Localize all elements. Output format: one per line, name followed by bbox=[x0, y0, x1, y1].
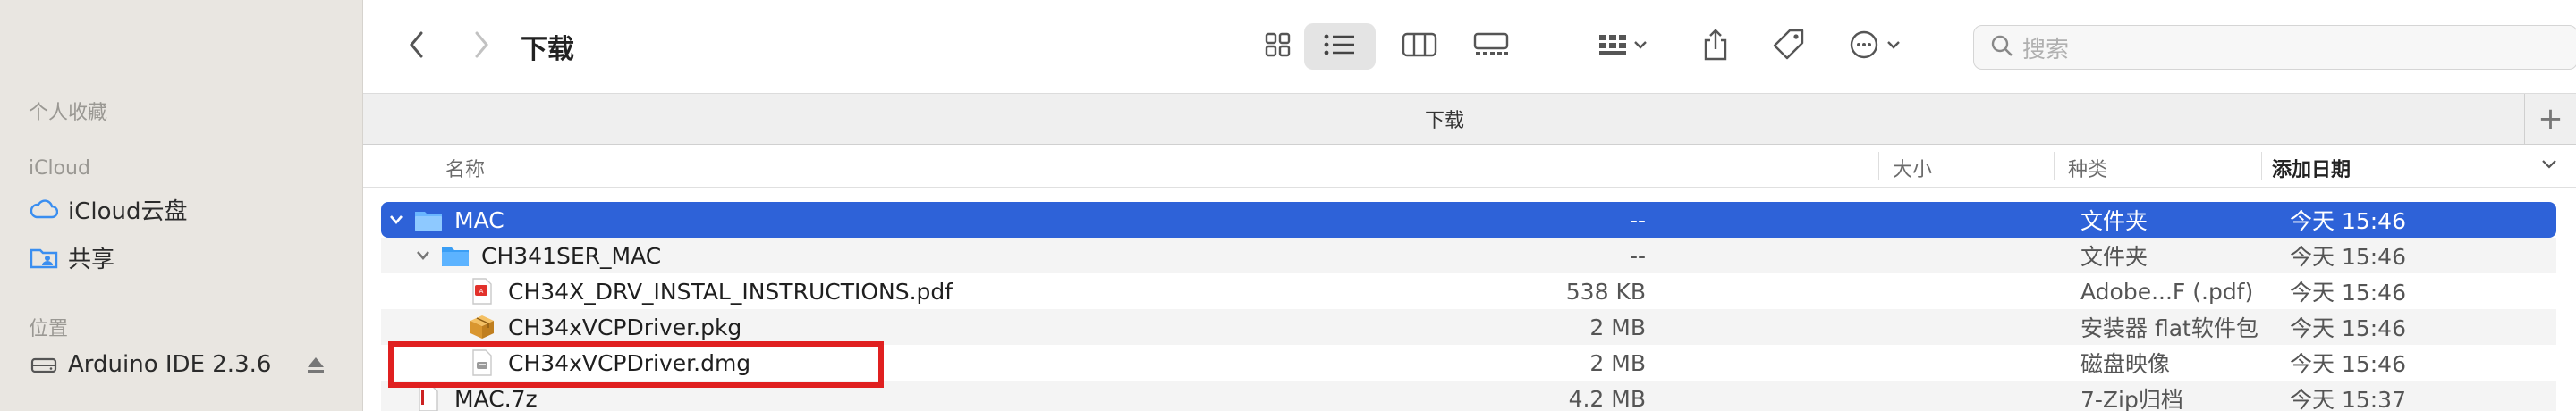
file-name: MAC bbox=[454, 206, 504, 233]
file-size: -- bbox=[1629, 206, 1646, 233]
back-button[interactable] bbox=[399, 27, 435, 63]
share-icon bbox=[1702, 28, 1729, 65]
grid-icon bbox=[1264, 31, 1292, 62]
file-size: 2 MB bbox=[1589, 349, 1646, 376]
forward-button[interactable] bbox=[463, 27, 499, 63]
search-placeholder: 搜索 bbox=[2022, 36, 2070, 63]
shared-folder-icon bbox=[29, 244, 59, 271]
new-tab-button[interactable]: + bbox=[2524, 94, 2576, 144]
toolbar: 下载 搜索 bbox=[363, 0, 2576, 93]
file-date: 今天 15:37 bbox=[2290, 387, 2406, 411]
file-kind: Adobe...F (.pdf) bbox=[2080, 278, 2254, 305]
list-icon bbox=[1323, 32, 1357, 61]
file-kind: 文件夹 bbox=[2080, 208, 2148, 234]
file-date: 今天 15:46 bbox=[2290, 351, 2406, 377]
column-divider[interactable] bbox=[2054, 152, 2055, 180]
tag-icon bbox=[1772, 28, 1806, 65]
sidebar-item-label: 共享 bbox=[68, 246, 115, 273]
sidebar: 个人收藏 iCloud iCloud云盘 共享 位置 Arduino IDE 2… bbox=[0, 0, 363, 411]
file-date: 今天 15:46 bbox=[2290, 315, 2406, 341]
folder-icon bbox=[440, 243, 470, 268]
search-icon bbox=[1990, 34, 2013, 61]
disclosure-open-icon[interactable] bbox=[413, 246, 433, 265]
tab-bar: 下载 + bbox=[363, 93, 2576, 145]
main-pane: 下载 搜索 下载 + 名称 大小 种类 添加日期 MAC -- 文件夹 今天 1… bbox=[363, 0, 2576, 411]
column-view-button[interactable] bbox=[1390, 23, 1449, 70]
column-size[interactable]: 大小 bbox=[1893, 154, 1932, 182]
file-size: 538 KB bbox=[1565, 278, 1646, 305]
sort-chevron-icon[interactable] bbox=[2540, 157, 2558, 175]
column-kind[interactable]: 种类 bbox=[2068, 154, 2107, 182]
tag-button[interactable] bbox=[1764, 23, 1814, 70]
file-kind: 7-Zip归档 bbox=[2080, 387, 2183, 411]
group-icon bbox=[1597, 31, 1651, 62]
file-size: 2 MB bbox=[1589, 314, 1646, 340]
pdf-file-icon: A bbox=[467, 278, 497, 305]
table-row[interactable]: CH34xVCPDriver.pkg 2 MB 安装器 flat软件包 今天 1… bbox=[381, 309, 2556, 345]
file-name: MAC.7z bbox=[454, 385, 538, 411]
icon-view-button[interactable] bbox=[1249, 23, 1308, 70]
annotation-highlight-box bbox=[388, 341, 884, 388]
svg-text:A: A bbox=[479, 289, 484, 295]
package-icon bbox=[467, 315, 497, 340]
finder-window: 个人收藏 iCloud iCloud云盘 共享 位置 Arduino IDE 2… bbox=[0, 0, 2576, 411]
more-actions-button[interactable] bbox=[1839, 23, 1916, 70]
sidebar-section-favorites: 个人收藏 bbox=[29, 102, 108, 124]
table-row[interactable]: CH341SER_MAC -- 文件夹 今天 15:46 bbox=[381, 238, 2556, 273]
ellipsis-circle-icon bbox=[1849, 29, 1906, 63]
gallery-icon bbox=[1472, 31, 1510, 62]
file-size: -- bbox=[1629, 242, 1646, 269]
file-date: 今天 15:46 bbox=[2290, 244, 2406, 270]
group-button[interactable] bbox=[1589, 23, 1660, 70]
tab-downloads[interactable]: 下载 bbox=[363, 105, 2526, 133]
sidebar-item-label: iCloud云盘 bbox=[68, 197, 188, 225]
column-header: 名称 大小 种类 添加日期 bbox=[363, 145, 2576, 188]
cloud-icon bbox=[29, 196, 59, 222]
column-name[interactable]: 名称 bbox=[445, 154, 485, 182]
drive-icon bbox=[29, 351, 59, 378]
archive-file-icon bbox=[413, 385, 444, 411]
sidebar-section-icloud: iCloud bbox=[29, 157, 90, 180]
file-kind: 磁盘映像 bbox=[2080, 351, 2171, 377]
sidebar-section-locations: 位置 bbox=[29, 318, 69, 340]
file-size: 4.2 MB bbox=[1568, 385, 1646, 411]
sidebar-item-icloud-drive[interactable]: iCloud云盘 bbox=[29, 191, 188, 227]
eject-icon[interactable] bbox=[305, 354, 326, 377]
folder-icon bbox=[413, 207, 444, 232]
column-divider[interactable] bbox=[1878, 152, 1879, 180]
columns-icon bbox=[1402, 31, 1437, 62]
file-name: CH34X_DRV_INSTAL_INSTRUCTIONS.pdf bbox=[508, 278, 953, 305]
table-row[interactable]: A CH34X_DRV_INSTAL_INSTRUCTIONS.pdf 538 … bbox=[381, 273, 2556, 309]
file-kind: 安装器 flat软件包 bbox=[2080, 315, 2258, 341]
list-view-button[interactable] bbox=[1304, 23, 1376, 70]
table-row[interactable]: MAC -- 文件夹 今天 15:46 bbox=[381, 202, 2556, 238]
gallery-view-button[interactable] bbox=[1460, 23, 1522, 70]
window-title: 下载 bbox=[521, 34, 574, 65]
file-kind: 文件夹 bbox=[2080, 244, 2148, 270]
column-date-added[interactable]: 添加日期 bbox=[2272, 154, 2351, 182]
search-field[interactable]: 搜索 bbox=[1973, 25, 2576, 70]
column-divider[interactable] bbox=[2261, 152, 2262, 180]
file-date: 今天 15:46 bbox=[2290, 208, 2406, 234]
file-name: CH341SER_MAC bbox=[481, 242, 662, 269]
share-button[interactable] bbox=[1690, 23, 1741, 70]
disclosure-open-icon[interactable] bbox=[386, 210, 406, 230]
sidebar-item-arduino-ide[interactable]: Arduino IDE 2.3.6 bbox=[29, 347, 333, 382]
sidebar-item-label: Arduino IDE 2.3.6 bbox=[68, 351, 272, 378]
sidebar-item-shared[interactable]: 共享 bbox=[29, 239, 114, 275]
file-date: 今天 15:46 bbox=[2290, 280, 2406, 306]
file-name: CH34xVCPDriver.pkg bbox=[508, 314, 742, 340]
